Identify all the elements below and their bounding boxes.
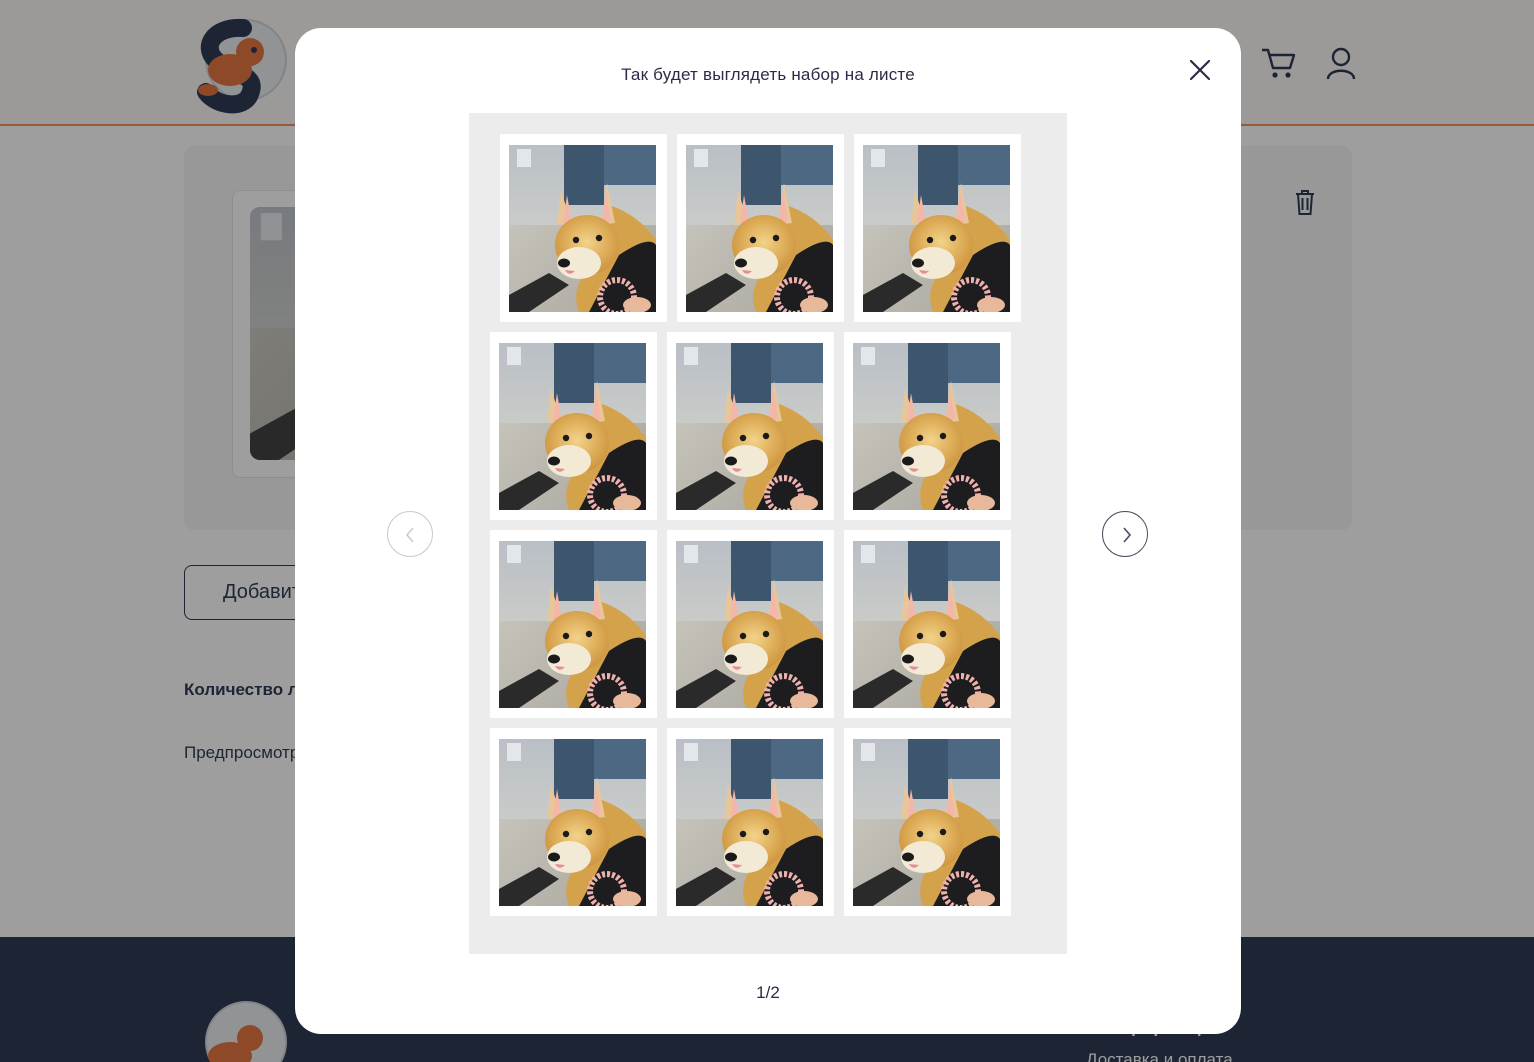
sheet-photo [499, 739, 646, 906]
sheet-photo [676, 739, 823, 906]
sheet-photo-tile [844, 728, 1011, 916]
chevron-left-icon [405, 527, 414, 543]
print-sheet-preview [469, 113, 1067, 954]
sheet-photo-tile [490, 728, 657, 916]
prev-page-button[interactable] [387, 511, 433, 557]
sheet-photo-tile [490, 530, 657, 718]
close-icon[interactable] [1185, 55, 1215, 85]
sheet-photo-tile [844, 530, 1011, 718]
sheet-photo-tile [667, 332, 834, 520]
sheet-preview-modal: Так будет выглядеть набор на листе 1/2 [295, 28, 1241, 1034]
sheet-photo [853, 739, 1000, 906]
sheet-photo [499, 541, 646, 708]
sheet-photo [499, 343, 646, 510]
sheet-photo [676, 541, 823, 708]
sheet-photo [686, 145, 833, 312]
sheet-photo [676, 343, 823, 510]
chevron-right-icon [1123, 527, 1132, 543]
sheet-photo-tile [500, 134, 667, 322]
sheet-photo-tile [490, 332, 657, 520]
sheet-photo [853, 343, 1000, 510]
sheet-photo-tile [667, 530, 834, 718]
page-indicator: 1/2 [756, 983, 780, 1002]
sheet-photo-tile [677, 134, 844, 322]
next-page-button[interactable] [1102, 511, 1148, 557]
sheet-photo [863, 145, 1010, 312]
sheet-photo-tile [667, 728, 834, 916]
sheet-photo-tile [854, 134, 1021, 322]
sheet-photo [509, 145, 656, 312]
sheet-photo [853, 541, 1000, 708]
modal-title: Так будет выглядеть набор на листе [621, 65, 915, 84]
sheet-photo-tile [844, 332, 1011, 520]
